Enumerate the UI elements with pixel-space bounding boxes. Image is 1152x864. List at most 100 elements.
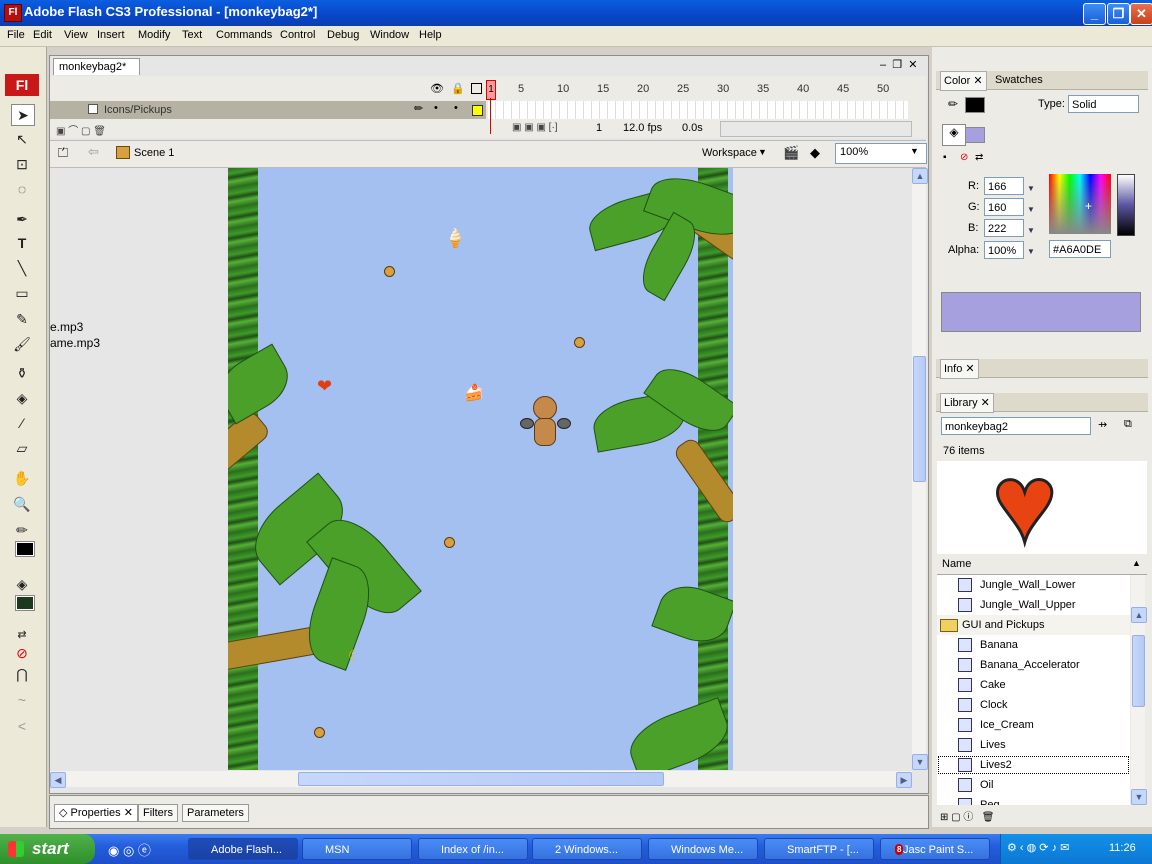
tab-parameters[interactable]: Parameters <box>182 804 249 822</box>
heart-icon[interactable]: ❤ <box>317 376 332 397</box>
fill-color-swatch[interactable] <box>15 595 35 611</box>
taskbar-smartftp[interactable]: SmartFTP - [... <box>764 838 874 860</box>
pen-tool-icon[interactable]: ✒ <box>11 209 33 229</box>
fill-bucket-icon[interactable]: ◈ <box>942 124 966 146</box>
library-column-header[interactable]: Name ▲ <box>937 556 1147 575</box>
brush-tool-icon[interactable]: 🖌 <box>11 334 33 354</box>
swap-colors-icon[interactable]: ⇄ <box>975 152 983 163</box>
library-document-select[interactable]: monkeybag2 <box>941 417 1091 435</box>
onion-skin-icon[interactable]: ▣ ▣ ▣ [·] <box>512 122 558 133</box>
scroll-thumb[interactable] <box>1132 635 1145 707</box>
menu-view[interactable]: View <box>60 28 92 43</box>
tab-color[interactable]: Color ✕ <box>940 71 987 91</box>
scroll-left-icon[interactable]: ◀ <box>50 772 66 788</box>
jungle-wall-left[interactable] <box>228 168 258 770</box>
library-scrollbar[interactable]: ▲ ▼ <box>1131 575 1147 805</box>
stage-vertical-scrollbar[interactable]: ▲ ▼ <box>912 168 928 770</box>
subselection-tool-icon[interactable]: ↖ <box>11 129 33 149</box>
menu-modify[interactable]: Modify <box>134 28 174 43</box>
tab-filters[interactable]: Filters <box>138 804 178 822</box>
coin-pickup[interactable] <box>444 537 455 548</box>
hand-tool-icon[interactable]: ✋ <box>11 468 33 488</box>
taskbar-explorer[interactable]: 2 Windows... <box>532 838 642 860</box>
scroll-up-icon[interactable]: ▲ <box>912 168 928 184</box>
red-input[interactable]: 166 <box>984 177 1024 195</box>
stage[interactable]: 🍦 ❤ 🍰 ☾ <box>228 168 733 770</box>
document-tab[interactable]: monkeybag2* <box>53 58 140 75</box>
list-item[interactable]: Oil <box>937 775 1130 795</box>
minimize-button[interactable]: _ <box>1083 3 1106 25</box>
text-tool-icon[interactable]: T <box>11 233 33 253</box>
default-colors-icon[interactable]: ⇄ <box>11 625 33 645</box>
list-item[interactable]: Clock <box>937 695 1130 715</box>
tab-properties[interactable]: ◇ Properties ✕ <box>54 804 138 822</box>
menu-text[interactable]: Text <box>178 28 206 43</box>
menu-control[interactable]: Control <box>276 28 319 43</box>
taskbar-firefox[interactable]: Index of /in... <box>418 838 528 860</box>
list-item[interactable]: Banana <box>937 635 1130 655</box>
lock-dot-icon[interactable]: • <box>454 102 458 114</box>
new-library-panel-icon[interactable]: ⧉ <box>1124 418 1132 431</box>
stage-horizontal-scrollbar[interactable]: ◀ ▶ <box>50 771 912 788</box>
ink-bottle-tool-icon[interactable]: ⚱ <box>11 363 33 383</box>
blue-input[interactable]: 222 <box>984 219 1024 237</box>
coin-pickup[interactable] <box>314 727 325 738</box>
no-color-icon[interactable]: ⊘ <box>11 643 33 663</box>
eraser-tool-icon[interactable]: ▱ <box>11 438 33 458</box>
frame-grid[interactable] <box>488 101 908 119</box>
menu-file[interactable]: File <box>3 28 29 43</box>
hex-input[interactable]: #A6A0DE <box>1049 240 1111 258</box>
coin-pickup[interactable] <box>574 337 585 348</box>
library-list[interactable]: Jungle_Wall_Lower Jungle_Wall_Upper GUI … <box>937 575 1130 805</box>
green-input[interactable]: 160 <box>984 198 1024 216</box>
color-spectrum[interactable] <box>1049 174 1111 234</box>
menu-commands[interactable]: Commands <box>212 28 276 43</box>
close-button[interactable]: ✕ <box>1130 3 1152 25</box>
lasso-tool-icon[interactable]: ◌ <box>11 179 33 199</box>
menu-window[interactable]: Window <box>366 28 413 43</box>
selection-tool-icon[interactable]: ➤ <box>11 104 35 126</box>
playhead[interactable]: 1 <box>486 80 496 100</box>
stroke-color-swatch[interactable] <box>15 541 35 557</box>
edit-scene-icon[interactable]: 🎬 <box>783 145 799 161</box>
menu-debug[interactable]: Debug <box>323 28 363 43</box>
zoom-tool-icon[interactable]: 🔍 <box>11 494 33 514</box>
layer-row[interactable]: Icons/Pickups ✏ • • <box>50 101 486 119</box>
fill-color-icon[interactable]: ◈ <box>11 574 33 594</box>
scene-name[interactable]: Scene 1 <box>134 147 174 159</box>
eye-icon[interactable]: 👁 <box>430 82 444 95</box>
fill-type-select[interactable]: Solid <box>1068 95 1139 113</box>
list-item[interactable]: Ice_Cream <box>937 715 1130 735</box>
library-footer-buttons-icon[interactable]: ⊞ ▢ ⓘ 🗑 <box>940 808 994 823</box>
scroll-up-icon[interactable]: ▲ <box>1131 607 1147 623</box>
zoom-select[interactable]: 100% ▼ <box>835 143 927 164</box>
visibility-dot-icon[interactable]: • <box>434 102 438 114</box>
layer-color-icon[interactable] <box>472 105 483 116</box>
menu-edit[interactable]: Edit <box>29 28 56 43</box>
timeline-scrollbar[interactable] <box>720 121 912 137</box>
restore-button[interactable]: ❐ <box>1107 3 1130 25</box>
scroll-thumb[interactable] <box>913 356 926 482</box>
scroll-down-icon[interactable]: ▼ <box>912 754 928 770</box>
rectangle-tool-icon[interactable]: ▭ <box>11 283 33 303</box>
fill-color-swatch[interactable] <box>965 127 985 143</box>
alpha-input[interactable]: 100% <box>984 241 1024 259</box>
lock-icon[interactable]: 🔒 <box>451 82 465 95</box>
chevron-down-icon[interactable]: ▼ <box>910 146 919 156</box>
quicklaunch-icons[interactable]: ◉ ◎ ⓔ <box>108 840 151 859</box>
workspace-menu[interactable]: Workspace <box>702 147 757 159</box>
snap-magnet-icon[interactable]: ⋂ <box>11 664 33 684</box>
ice-cream-icon[interactable]: 🍦 <box>444 228 466 249</box>
taskbar-flash[interactable]: Adobe Flash... <box>188 838 298 860</box>
cake-icon[interactable]: 🍰 <box>464 383 484 403</box>
monkey-character[interactable] <box>520 396 571 454</box>
scroll-thumb[interactable] <box>298 772 664 786</box>
menu-help[interactable]: Help <box>415 28 446 43</box>
taskbar-media[interactable]: Windows Me... <box>648 838 758 860</box>
list-item[interactable]: Jungle_Wall_Upper <box>937 595 1130 615</box>
tab-library[interactable]: Library ✕ <box>940 393 994 413</box>
list-item[interactable]: Peg <box>937 795 1130 805</box>
stepper-arrows-icon[interactable]: ▼ ▼ ▼ ▼ <box>1027 178 1035 262</box>
default-colors-icon[interactable]: ▪ <box>943 152 947 163</box>
doc-window-controls[interactable]: – ❐ ✕ <box>880 58 917 71</box>
